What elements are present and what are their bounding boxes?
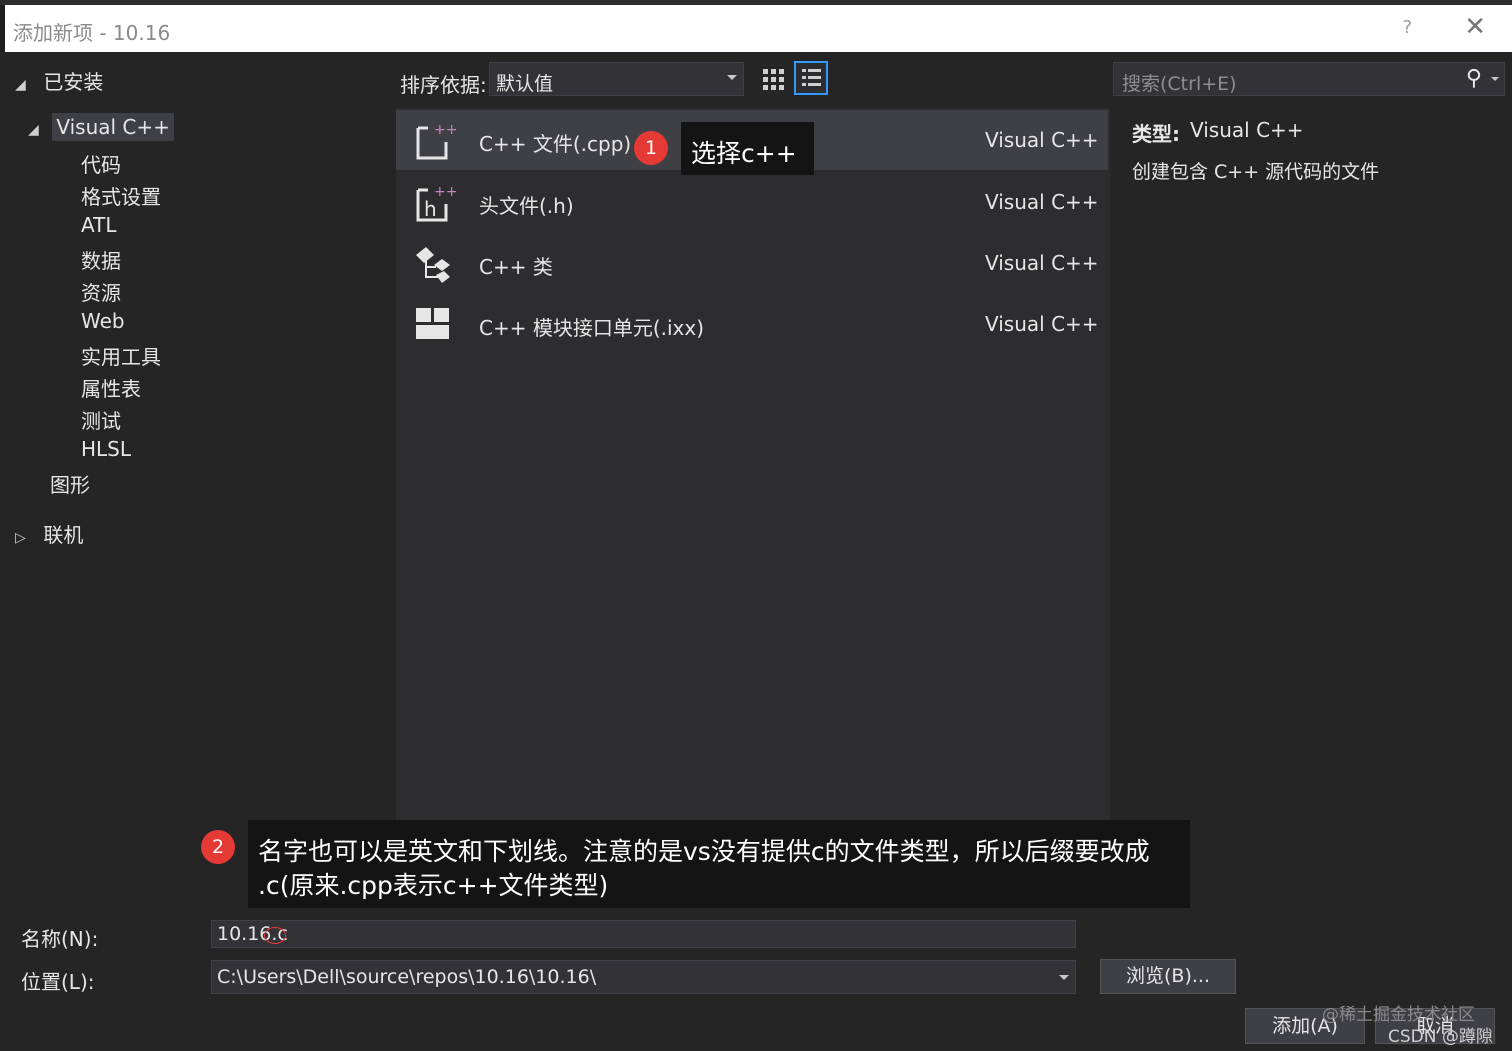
cpp-class-icon <box>416 247 450 283</box>
template-name: C++ 模块接口单元(.ixx) <box>479 316 705 340</box>
tree-online[interactable]: ▷ 联机 <box>15 519 83 548</box>
name-label: 名称(N): <box>21 927 99 951</box>
search-input[interactable]: 搜索(Ctrl+E) <box>1122 69 1237 96</box>
template-list: ++ C++ 文件(.cpp) Visual C++ h ++ 头文件(.h) … <box>396 108 1110 820</box>
template-language: Visual C++ <box>985 251 1099 275</box>
tree-visual-cpp-label: Visual C++ <box>52 113 174 141</box>
tree-online-label: 联机 <box>43 523 84 547</box>
svg-text:h: h <box>424 197 437 221</box>
template-item[interactable]: C++ 模块接口单元(.ixx) Visual C++ <box>396 294 1108 354</box>
title-bar: 添加新项 - 10.16 ? ✕ <box>5 5 1512 52</box>
grid-view-button[interactable] <box>758 62 788 96</box>
location-value[interactable]: C:\Users\Dell\source\repos\10.16\10.16\ <box>217 966 596 988</box>
location-label: 位置(L): <box>21 970 95 994</box>
annotation-badge-1: 1 <box>634 131 668 165</box>
annotation-circle <box>264 927 286 944</box>
tree-item-utility[interactable]: 实用工具 <box>81 341 161 370</box>
svg-text:++: ++ <box>434 122 456 138</box>
chevron-down-icon[interactable] <box>1491 77 1499 81</box>
tree-item-hlsl[interactable]: HLSL <box>81 437 131 461</box>
tree-installed-label: 已安装 <box>43 70 104 94</box>
cpp-file-icon: ++ <box>416 122 456 160</box>
annotation-note-2: 名字也可以是英文和下划线。注意的是vs没有提供c的文件类型，所以后缀要改成 .c… <box>248 820 1190 908</box>
window-title: 添加新项 - 10.16 <box>13 21 171 45</box>
annotation-note-1-text: 选择c++ <box>691 139 797 168</box>
template-name: C++ 类 <box>479 255 553 279</box>
detail-description: 创建包含 C++ 源代码的文件 <box>1132 161 1380 183</box>
chevron-down-icon[interactable] <box>1059 975 1069 980</box>
tree-item-atl[interactable]: ATL <box>81 213 117 237</box>
template-name: C++ 文件(.cpp) <box>479 132 632 156</box>
search-icon[interactable]: ⚲ <box>1466 66 1482 91</box>
name-field[interactable]: 10.16.c <box>211 920 1076 948</box>
help-icon[interactable]: ? <box>1402 17 1412 38</box>
close-icon[interactable]: ✕ <box>1464 13 1486 41</box>
list-view-button[interactable] <box>794 61 828 95</box>
template-language: Visual C++ <box>985 190 1099 214</box>
expanded-triangle-icon: ◢ <box>28 122 39 138</box>
template-language: Visual C++ <box>985 312 1099 336</box>
sort-label: 排序依据: <box>400 73 487 97</box>
tree-item-resource[interactable]: 资源 <box>81 277 121 306</box>
location-dropdown[interactable]: C:\Users\Dell\source\repos\10.16\10.16\ <box>211 960 1076 994</box>
sort-dropdown[interactable]: 默认值 <box>489 62 744 96</box>
annotation-badge-2: 2 <box>201 830 235 864</box>
svg-text:++: ++ <box>434 184 456 200</box>
detail-type-label: 类型: <box>1132 122 1180 146</box>
annotation-note-2-line2: .c(原来.cpp表示c++文件类型) <box>258 871 609 900</box>
detail-type-value: Visual C++ <box>1190 118 1304 142</box>
expanded-triangle-icon: ◢ <box>15 77 26 93</box>
sort-value: 默认值 <box>496 73 554 95</box>
module-icon <box>416 308 449 339</box>
template-language: Visual C++ <box>985 128 1099 152</box>
watermark-line2: CSDN @蹲隙 <box>1388 1027 1493 1047</box>
annotation-note-1: 选择c++ <box>681 122 814 175</box>
annotation-note-2-line1: 名字也可以是英文和下划线。注意的是vs没有提供c的文件类型，所以后缀要改成 <box>258 837 1150 866</box>
search-box[interactable]: 搜索(Ctrl+E) ⚲ <box>1113 62 1505 96</box>
chevron-down-icon <box>727 75 737 80</box>
tree-item-test[interactable]: 测试 <box>81 405 121 434</box>
tree-item-data[interactable]: 数据 <box>81 245 121 274</box>
template-item[interactable]: h ++ 头文件(.h) Visual C++ <box>396 172 1108 232</box>
template-item[interactable]: C++ 类 Visual C++ <box>396 233 1108 293</box>
tree-item-formatting[interactable]: 格式设置 <box>81 181 161 210</box>
tree-item-code[interactable]: 代码 <box>81 149 121 178</box>
header-file-icon: h ++ <box>416 184 456 222</box>
collapsed-triangle-icon: ▷ <box>15 530 26 546</box>
tree-item-property-sheet[interactable]: 属性表 <box>81 373 141 402</box>
template-name: 头文件(.h) <box>479 194 574 218</box>
tree-item-web[interactable]: Web <box>81 309 125 333</box>
browse-button[interactable]: 浏览(B)... <box>1100 959 1236 994</box>
tree-item-graphics[interactable]: 图形 <box>50 469 90 498</box>
tree-installed[interactable]: ◢ 已安装 <box>15 66 103 95</box>
tree-visual-cpp[interactable]: ◢ Visual C++ <box>28 113 174 141</box>
